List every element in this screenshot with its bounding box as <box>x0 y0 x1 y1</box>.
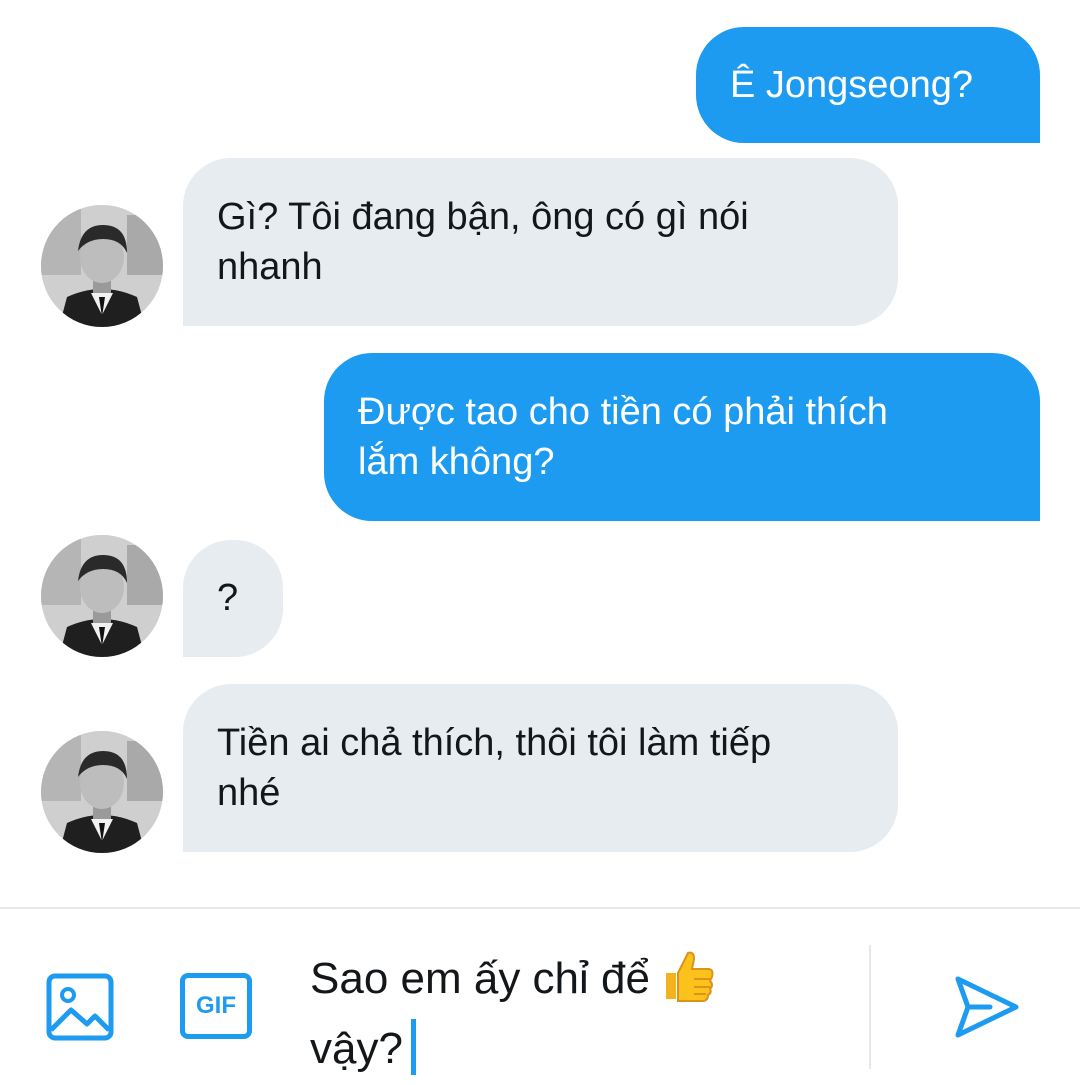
draft-line: Sao em ấy chỉ để <box>310 947 780 1019</box>
message-incoming[interactable]: Gì? Tôi đang bận, ông có gì nói nhanh <box>183 158 898 326</box>
avatar[interactable] <box>41 535 163 657</box>
draft-text: Sao em ấy chỉ để <box>310 954 650 1003</box>
message-outgoing[interactable]: Được tao cho tiền có phải thích lắm khôn… <box>324 353 1040 521</box>
text-caret <box>410 1019 416 1075</box>
add-photo-button[interactable] <box>40 967 120 1047</box>
message-input[interactable]: Sao em ấy chỉ để vậy? <box>310 947 780 1079</box>
message-text-line: Được tao cho tiền có phải thích <box>358 391 888 433</box>
message-text-line: Tiền ai chả thích, thôi tôi làm tiếp <box>217 722 772 764</box>
message-incoming[interactable]: ? <box>183 540 283 657</box>
message-text-line: lắm không? <box>358 441 555 483</box>
message-outgoing[interactable]: Ê Jongseong? <box>696 27 1040 143</box>
image-icon <box>46 973 114 1041</box>
send-button[interactable] <box>946 967 1026 1047</box>
message-text: ? <box>217 577 239 619</box>
composer-divider <box>869 945 871 1069</box>
avatar-image <box>41 205 163 327</box>
message-text-line: nhanh <box>217 246 323 288</box>
avatar-image <box>41 731 163 853</box>
avatar[interactable] <box>41 731 163 853</box>
thumbs-up-emoji <box>660 947 716 1019</box>
dm-conversation-screen: Ê Jongseong? Gì? Tôi đang bận, ông có gì… <box>0 0 1080 1085</box>
message-text-line: nhé <box>217 772 281 814</box>
avatar[interactable] <box>41 205 163 327</box>
gif-button[interactable]: GIF <box>178 971 254 1041</box>
message-composer: GIF Sao em ấy chỉ để vậy? <box>0 907 1080 1085</box>
message-text: Ê Jongseong? <box>730 64 973 106</box>
draft-text: vậy? <box>310 1024 403 1073</box>
gif-label: GIF <box>196 992 236 1019</box>
gif-icon: GIF <box>180 973 252 1039</box>
avatar-image <box>41 535 163 657</box>
message-text-line: Gì? Tôi đang bận, ông có gì nói <box>217 196 749 238</box>
message-incoming[interactable]: Tiền ai chả thích, thôi tôi làm tiếp nhé <box>183 684 898 852</box>
send-icon <box>955 976 1019 1038</box>
draft-line: vậy? <box>310 1019 780 1079</box>
